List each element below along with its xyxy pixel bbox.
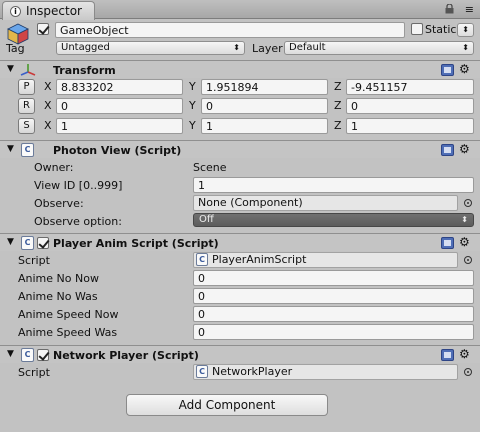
dropdown-arrow-icon: ⬍	[462, 43, 469, 52]
dropdown-arrow-icon: ⬍	[462, 25, 469, 34]
field-label: Anime Speed Was	[18, 326, 118, 339]
lock-icon[interactable]	[445, 4, 454, 14]
script-label: Script	[18, 366, 50, 379]
owner-label: Owner:	[34, 161, 74, 174]
network-player-header[interactable]: ▼ C Network Player (Script) ⚙	[0, 345, 480, 363]
view-id-field[interactable]: 1	[193, 177, 474, 193]
object-picker-icon[interactable]	[464, 199, 472, 207]
network-player-script-field[interactable]: C NetworkPlayer	[193, 364, 458, 380]
transform-axes-icon	[20, 64, 36, 76]
observe-option-dropdown[interactable]: Off ⬍	[193, 213, 474, 227]
scale-reset-button[interactable]: S	[18, 118, 35, 134]
anime-no-was-field[interactable]: 0	[193, 288, 474, 304]
script-icon: C	[196, 365, 208, 378]
axis-y-label: Y	[189, 99, 196, 112]
scale-x-field[interactable]: 1	[56, 118, 183, 134]
axis-z-label: Z	[334, 119, 342, 132]
player-anim-enabled-checkbox[interactable]	[37, 237, 49, 249]
transform-title: Transform	[53, 64, 116, 77]
field-label: Anime No Now	[18, 272, 99, 285]
position-z-field[interactable]: -9.451157	[346, 79, 474, 95]
player-anim-script-field[interactable]: C PlayerAnimScript	[193, 252, 458, 268]
axis-x-label: X	[44, 80, 52, 93]
axis-y-label: Y	[189, 80, 196, 93]
inspector-tab[interactable]: i Inspector	[2, 1, 95, 20]
rotation-reset-button[interactable]: R	[18, 98, 35, 114]
foldout-icon[interactable]: ▼	[7, 349, 14, 359]
owner-value: Scene	[193, 161, 227, 174]
field-label: Anime Speed Now	[18, 308, 119, 321]
dropdown-arrow-icon: ⬍	[233, 43, 240, 52]
script-icon: C	[196, 253, 208, 266]
layer-label: Layer	[252, 42, 283, 55]
gear-icon[interactable]: ⚙	[459, 236, 470, 248]
rotation-z-field[interactable]: 0	[346, 98, 474, 114]
help-icon[interactable]	[441, 349, 454, 361]
anime-speed-was-field[interactable]: 0	[193, 324, 474, 340]
panel-menu-icon[interactable]: ≡	[465, 4, 474, 15]
field-label: Anime No Was	[18, 290, 98, 303]
anime-speed-now-field[interactable]: 0	[193, 306, 474, 322]
tag-value: Untagged	[61, 42, 110, 53]
scale-z-field[interactable]: 1	[346, 118, 474, 134]
script-label: Script	[18, 254, 50, 267]
help-icon[interactable]	[441, 237, 454, 249]
foldout-icon[interactable]: ▼	[7, 64, 14, 74]
player-anim-script-value: PlayerAnimScript	[212, 253, 307, 266]
network-player-enabled-checkbox[interactable]	[37, 349, 49, 361]
object-picker-icon[interactable]	[464, 256, 472, 264]
static-dropdown[interactable]: ⬍	[457, 23, 474, 37]
photon-view-header[interactable]: ▼ C Photon View (Script) ⚙	[0, 140, 480, 158]
tag-label: Tag	[6, 42, 25, 55]
observe-option-value: Off	[199, 214, 214, 225]
inspector-tab-bar: i Inspector ≡	[0, 0, 480, 20]
inspector-tab-label: Inspector	[26, 4, 82, 18]
anime-no-now-field[interactable]: 0	[193, 270, 474, 286]
layer-dropdown[interactable]: Default ⬍	[284, 41, 474, 55]
gear-icon[interactable]: ⚙	[459, 63, 470, 75]
foldout-icon[interactable]: ▼	[7, 237, 14, 247]
transform-header[interactable]: ▼ Transform ⚙	[0, 60, 480, 78]
observe-label: Observe:	[34, 197, 84, 210]
foldout-icon[interactable]: ▼	[7, 144, 14, 154]
dropdown-arrow-icon: ⬍	[461, 215, 468, 224]
axis-x-label: X	[44, 99, 52, 112]
layer-value: Default	[289, 42, 326, 53]
gear-icon[interactable]: ⚙	[459, 348, 470, 360]
position-reset-button[interactable]: P	[18, 79, 35, 95]
scale-y-field[interactable]: 1	[201, 118, 328, 134]
rotation-y-field[interactable]: 0	[201, 98, 328, 114]
gear-icon[interactable]: ⚙	[459, 143, 470, 155]
script-icon: C	[21, 236, 34, 250]
gameobject-active-checkbox[interactable]	[37, 23, 49, 35]
player-anim-header[interactable]: ▼ C Player Anim Script (Script) ⚙	[0, 233, 480, 251]
view-id-label: View ID [0..999]	[34, 179, 123, 192]
axis-z-label: Z	[334, 99, 342, 112]
axis-z-label: Z	[334, 80, 342, 93]
gameobject-name-field[interactable]: GameObject	[55, 22, 405, 38]
add-component-button[interactable]: Add Component	[126, 394, 328, 416]
static-label: Static	[425, 23, 457, 36]
axis-y-label: Y	[189, 119, 196, 132]
static-checkbox[interactable]	[411, 23, 423, 35]
help-icon[interactable]	[441, 144, 454, 156]
script-icon: C	[21, 348, 34, 362]
help-icon[interactable]	[441, 64, 454, 76]
position-y-field[interactable]: 1.951894	[201, 79, 328, 95]
position-x-field[interactable]: 8.833202	[56, 79, 183, 95]
script-icon: C	[21, 143, 34, 157]
observe-object-field[interactable]: None (Component)	[193, 195, 458, 211]
rotation-x-field[interactable]: 0	[56, 98, 183, 114]
observe-option-label: Observe option:	[34, 215, 122, 228]
tag-dropdown[interactable]: Untagged ⬍	[56, 41, 245, 55]
info-icon: i	[10, 6, 21, 17]
network-player-title: Network Player (Script)	[53, 349, 199, 362]
network-player-script-value: NetworkPlayer	[212, 365, 293, 378]
photon-view-title: Photon View (Script)	[53, 144, 182, 157]
object-picker-icon[interactable]	[464, 368, 472, 376]
axis-x-label: X	[44, 119, 52, 132]
player-anim-title: Player Anim Script (Script)	[53, 237, 219, 250]
